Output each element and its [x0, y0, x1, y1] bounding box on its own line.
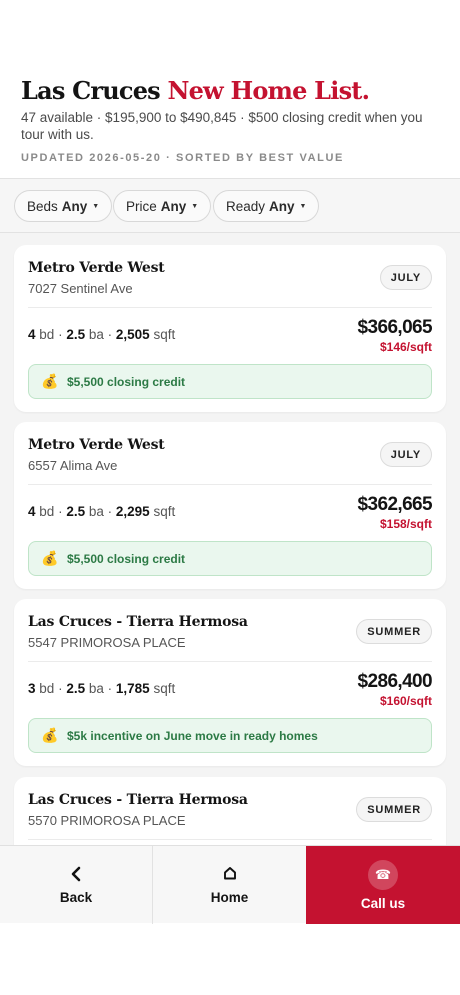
- filter-beds-value: Any: [61, 198, 88, 214]
- incentive-text: $5,500 closing credit: [67, 551, 186, 566]
- page-subtitle: 47 available · $195,900 to $490,845 · $5…: [21, 110, 423, 142]
- card-divider: [28, 661, 432, 662]
- caret-down-icon: ▼: [92, 202, 100, 210]
- price-per-sqft: $160/sqft: [379, 694, 432, 708]
- community-name: Metro Verde West: [28, 260, 165, 276]
- baths-value: 2.5: [66, 327, 86, 342]
- listing-price: $286,400: [357, 671, 433, 692]
- listing-list[interactable]: Metro Verde West 7027 Sentinel Ave JULY …: [0, 233, 460, 845]
- price-per-sqft: $146/sqft: [379, 340, 432, 354]
- sqft-unit: sqft: [153, 327, 176, 342]
- sqft-value: 1,785: [115, 681, 150, 696]
- home-button[interactable]: Home: [153, 846, 306, 924]
- filter-price-value: Any: [160, 198, 187, 214]
- caret-down-icon: ▼: [299, 202, 307, 210]
- card-divider: [28, 484, 432, 485]
- incentive-banner: 💰 $5,500 closing credit: [28, 364, 432, 399]
- card-divider: [28, 307, 432, 308]
- listing-specs: 4 bd · 2.5 ba · 2,295 sqft: [28, 504, 176, 519]
- incentive-banner: 💰 $5,500 closing credit: [28, 541, 432, 576]
- filter-beds-chip[interactable]: Beds Any ▼: [14, 190, 113, 222]
- filter-ready-label: Ready: [226, 198, 266, 214]
- caret-down-icon: ▼: [191, 202, 199, 210]
- community-name: Metro Verde West: [28, 437, 165, 453]
- listing-address: 6557 Alima Ave: [28, 458, 118, 473]
- community-name: Las Cruces - Tierra Hermosa: [28, 614, 248, 630]
- filter-ready-chip[interactable]: Ready Any ▼: [213, 190, 320, 222]
- money-bag-icon: 💰: [41, 550, 59, 566]
- listing-card[interactable]: Metro Verde West 6557 Alima Ave JULY 4 b…: [14, 422, 446, 589]
- back-label: Back: [59, 889, 93, 905]
- listing-card[interactable]: Las Cruces - Tierra Hermosa 5547 PRIMORO…: [14, 599, 446, 766]
- sqft-value: 2,295: [115, 504, 150, 519]
- card-divider: [28, 839, 432, 840]
- baths-value: 2.5: [66, 681, 86, 696]
- call-us-label: Call us: [360, 895, 406, 911]
- chevron-left-icon: [70, 866, 82, 886]
- community-name: Las Cruces - Tierra Hermosa: [28, 792, 248, 808]
- update-meta: UPDATED 2026-05-20 · SORTED BY BEST VALU…: [21, 152, 344, 164]
- beds-unit: bd: [39, 327, 55, 342]
- price-per-sqft: $158/sqft: [379, 517, 432, 531]
- listing-price: $362,665: [357, 494, 433, 515]
- baths-unit: ba: [88, 504, 104, 519]
- beds-value: 4: [28, 327, 36, 342]
- baths-unit: ba: [88, 681, 104, 696]
- sqft-unit: sqft: [153, 681, 176, 696]
- home-icon: [223, 866, 237, 886]
- baths-unit: ba: [88, 327, 104, 342]
- filter-ready-value: Any: [269, 198, 295, 214]
- listing-card[interactable]: Las Cruces - Tierra Hermosa 5570 PRIMORO…: [14, 777, 446, 845]
- filter-price-label: Price: [126, 198, 157, 214]
- listing-specs: 4 bd · 2.5 ba · 2,505 sqft: [28, 327, 176, 342]
- home-label: Home: [210, 889, 249, 905]
- phone-icon: ☎: [368, 859, 398, 890]
- money-bag-icon: 💰: [41, 373, 59, 389]
- filter-bar: Beds Any ▼ Price Any ▼ Ready Any ▼: [0, 179, 460, 233]
- back-button[interactable]: Back: [0, 846, 153, 924]
- sqft-value: 2,505: [115, 327, 150, 342]
- call-us-button[interactable]: ☎ Call us: [306, 846, 460, 924]
- filter-beds-label: Beds: [27, 198, 58, 214]
- ready-badge: SUMMER: [356, 619, 432, 644]
- baths-value: 2.5: [66, 504, 86, 519]
- listing-card[interactable]: Metro Verde West 7027 Sentinel Ave JULY …: [14, 245, 446, 412]
- bottom-nav: Back Home ☎ Call us: [0, 845, 460, 924]
- title-main: Las Cruces: [21, 76, 161, 105]
- ready-badge: SUMMER: [356, 797, 432, 822]
- beds-unit: bd: [39, 681, 55, 696]
- beds-value: 4: [28, 504, 36, 519]
- money-bag-icon: 💰: [41, 727, 59, 743]
- page-header: Las Cruces New Home List. 47 available ·…: [0, 0, 460, 179]
- title-accent: New Home List.: [167, 76, 370, 105]
- sqft-unit: sqft: [153, 504, 176, 519]
- listing-address: 5570 PRIMOROSA PLACE: [28, 813, 186, 828]
- listing-address: 5547 PRIMOROSA PLACE: [28, 635, 186, 650]
- incentive-banner: 💰 $5k incentive on June move in ready ho…: [28, 718, 432, 753]
- beds-unit: bd: [39, 504, 55, 519]
- ready-badge: JULY: [379, 265, 432, 290]
- listing-specs: 3 bd · 2.5 ba · 1,785 sqft: [28, 681, 176, 696]
- filter-price-chip[interactable]: Price Any ▼: [113, 190, 212, 222]
- listing-address: 7027 Sentinel Ave: [28, 281, 133, 296]
- incentive-text: $5,500 closing credit: [67, 374, 186, 389]
- incentive-text: $5k incentive on June move in ready home…: [67, 728, 318, 743]
- ready-badge: JULY: [379, 442, 432, 467]
- beds-value: 3: [28, 681, 36, 696]
- listing-price: $366,065: [357, 317, 433, 338]
- page-title: Las Cruces New Home List.: [21, 76, 370, 105]
